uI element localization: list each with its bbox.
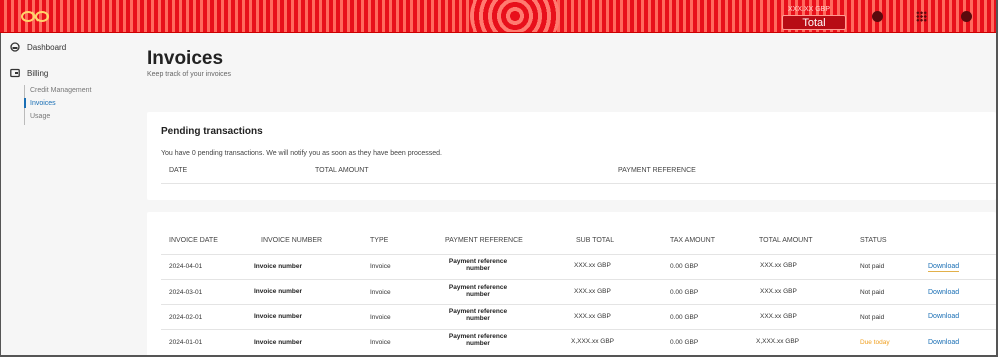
column-header: TOTAL AMOUNT [759, 237, 813, 244]
total-amount: XXX.xx GBP [760, 288, 797, 295]
status-badge: Due today [860, 339, 890, 346]
payment-reference-line: number [466, 340, 490, 347]
download-link[interactable]: Download [928, 339, 959, 346]
column-header: TAX AMOUNT [670, 237, 715, 244]
payment-reference: Payment reference number [443, 258, 513, 272]
page-title: Invoices [147, 48, 224, 69]
invoice-type: Invoice [370, 314, 391, 321]
tax-amount: 0.00 GBP [670, 263, 699, 270]
page-subtitle: Keep track of your invoices [147, 71, 232, 78]
status-badge: Not paid [860, 289, 885, 296]
sidebar-item-credit-management[interactable]: Credit Management [30, 87, 91, 94]
sidebar-item-label: Billing [27, 68, 49, 78]
total-amount-badge[interactable]: Total Amount [782, 15, 846, 30]
payment-reference: Payment reference number [443, 308, 513, 322]
payment-reference-line: Payment reference [448, 308, 508, 315]
apps-grid-icon[interactable] [916, 11, 927, 22]
payment-reference-line: Payment reference [448, 258, 508, 265]
billing-icon [10, 68, 20, 78]
column-header: TOTAL AMOUNT [315, 167, 369, 174]
invoice-number: Invoice number [254, 339, 303, 346]
sub-total: X,XXX.xx GBP [571, 338, 614, 345]
globe-icon[interactable] [872, 11, 883, 22]
download-link[interactable]: Download [928, 289, 959, 296]
payment-reference-line: number [466, 315, 490, 322]
total-amount-value: XXX.XX GBP [788, 6, 831, 13]
download-link-label: Download [928, 263, 960, 272]
invoice-date: 2024-02-01 [169, 314, 203, 321]
download-link[interactable]: Download [928, 313, 959, 320]
tax-amount: 0.00 GBP [670, 339, 699, 346]
divider [161, 304, 996, 305]
sub-total: XXX.xx GBP [574, 288, 611, 295]
logo-icon[interactable] [20, 9, 50, 24]
divider [161, 329, 996, 330]
status-badge: Not paid [860, 314, 885, 321]
invoice-date: 2024-01-01 [169, 339, 203, 346]
column-header: PAYMENT REFERENCE [445, 237, 523, 244]
sidebar-item-invoices[interactable]: Invoices [30, 100, 56, 107]
divider [161, 279, 996, 280]
column-header: DATE [169, 167, 188, 174]
sidebar: Dashboard Billing Credit Management Invo… [0, 33, 132, 357]
top-bar: XXX.XX GBP Total Amount [0, 0, 998, 33]
column-header: STATUS [860, 237, 887, 244]
download-link[interactable]: Download [928, 263, 960, 272]
pending-transactions-card: Pending transactions You have 0 pending … [147, 112, 996, 200]
user-icon[interactable] [961, 11, 972, 22]
dashboard-icon [10, 42, 20, 52]
pending-title: Pending transactions [161, 126, 263, 137]
column-header: SUB TOTAL [576, 237, 615, 244]
sidebar-item-usage[interactable]: Usage [30, 113, 50, 120]
total-amount: XXX.xx GBP [760, 313, 797, 320]
tax-amount: 0.00 GBP [670, 314, 699, 321]
invoice-type: Invoice [370, 263, 391, 270]
column-header: INVOICE DATE [169, 237, 218, 244]
total-amount: X,XXX.xx GBP [756, 338, 799, 345]
payment-reference-line: Payment reference [448, 284, 508, 291]
payment-reference-line: Payment reference [448, 333, 508, 340]
sub-total: XXX.xx GBP [574, 262, 611, 269]
total-amount: XXX.xx GBP [760, 262, 797, 269]
invoices-table-card: INVOICE DATE INVOICE NUMBER TYPE PAYMENT… [147, 212, 996, 357]
sidebar-item-billing[interactable]: Billing [10, 68, 48, 78]
sidebar-item-dashboard[interactable]: Dashboard [10, 42, 66, 52]
column-header: PAYMENT REFERENCE [618, 167, 696, 174]
pending-message: You have 0 pending transactions. We will… [161, 150, 442, 157]
tax-amount: 0.00 GBP [670, 289, 699, 296]
invoice-type: Invoice [370, 289, 391, 296]
column-header: TYPE [370, 237, 389, 244]
payment-reference-line: number [466, 265, 490, 272]
target-graphic [470, 0, 560, 32]
invoice-date: 2024-03-01 [169, 289, 203, 296]
sub-total: XXX.xx GBP [574, 313, 611, 320]
invoice-date: 2024-04-01 [169, 263, 203, 270]
divider [161, 183, 996, 184]
status-badge: Not paid [860, 263, 885, 270]
sidebar-item-label: Dashboard [27, 42, 67, 52]
active-indicator [24, 98, 26, 108]
invoice-number: Invoice number [254, 263, 303, 270]
invoice-number: Invoice number [254, 313, 303, 320]
invoice-number: Invoice number [254, 288, 303, 295]
column-header: INVOICE NUMBER [261, 237, 323, 244]
payment-reference: Payment reference number [443, 284, 513, 298]
invoice-type: Invoice [370, 339, 391, 346]
divider [161, 254, 996, 255]
payment-reference: Payment reference number [443, 333, 513, 347]
payment-reference-line: number [466, 291, 490, 298]
billing-submenu: Credit Management Invoices Usage [24, 85, 91, 125]
